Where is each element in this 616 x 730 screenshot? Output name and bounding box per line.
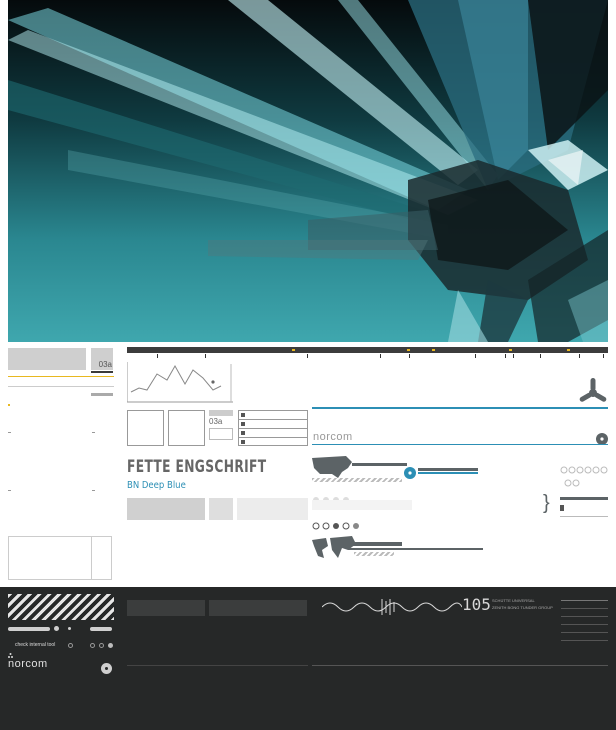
crystal-shards-illustration	[8, 0, 608, 342]
hatch-pattern	[8, 594, 114, 620]
tick-mark	[92, 432, 95, 433]
empty-frame	[8, 536, 112, 580]
toggle-track[interactable]	[8, 627, 50, 631]
caption: SCHÜTTE UNIVERSAL	[492, 598, 535, 603]
hex-pattern	[560, 466, 608, 490]
dark-card	[127, 600, 205, 616]
section-number: 105	[462, 595, 491, 614]
table-widget	[238, 410, 308, 446]
grey-swatch	[237, 498, 308, 520]
divider	[348, 548, 483, 550]
hatch-pattern	[312, 478, 402, 482]
timeline-bar	[127, 347, 608, 353]
icon-row	[312, 515, 362, 530]
tri-blade-logo-icon	[596, 430, 608, 445]
hatch-pattern	[354, 552, 394, 556]
grey-swatch	[209, 498, 233, 520]
us-map-icon	[312, 456, 352, 478]
tri-blade-logo-icon	[404, 464, 416, 479]
grey-swatch	[8, 348, 86, 370]
norcom-logo: norcom	[8, 658, 48, 670]
radio-button[interactable]	[68, 643, 73, 648]
divider	[127, 665, 308, 666]
check-tool-link[interactable]: check internal tool	[15, 642, 55, 648]
tri-blade-logo-icon	[101, 659, 112, 674]
divider	[91, 393, 113, 396]
tri-blade-logo-icon	[578, 378, 608, 408]
divider	[91, 371, 113, 373]
divider	[352, 463, 407, 466]
divider	[8, 376, 114, 377]
radio-button[interactable]	[99, 643, 104, 648]
headline: FETTE ENGSCHRIFT	[127, 457, 267, 477]
form-panel	[127, 410, 164, 446]
brace-icon: }	[543, 492, 550, 514]
divider	[8, 386, 114, 387]
divider	[312, 444, 608, 445]
grey-swatch	[127, 498, 205, 520]
dots-row	[312, 488, 362, 503]
marker	[8, 404, 10, 406]
marker	[68, 627, 71, 630]
radio-button[interactable]	[108, 643, 113, 648]
list-row	[312, 500, 412, 510]
ruler	[312, 398, 608, 410]
text-list	[561, 600, 608, 655]
radio-button[interactable]	[90, 643, 95, 648]
toggle-track[interactable]	[90, 627, 112, 631]
divider	[418, 468, 478, 471]
toggle-knob[interactable]	[54, 626, 59, 631]
sparkline-chart	[126, 362, 233, 404]
dark-card	[209, 600, 307, 616]
divider	[348, 542, 402, 546]
timeline-ticks	[127, 354, 608, 358]
marker	[560, 505, 564, 511]
panel-label: 03a	[98, 360, 112, 369]
tick-mark	[8, 432, 11, 433]
empty-frame	[209, 428, 233, 440]
world-map-icon	[312, 536, 356, 558]
tri-dot-icon	[8, 643, 13, 658]
waveform-graphic	[321, 597, 463, 617]
label-swatch: 03a	[91, 348, 113, 370]
grey-swatch	[209, 410, 233, 416]
subheadline: BN Deep Blue	[127, 480, 186, 491]
divider	[560, 516, 608, 517]
form-panel	[168, 410, 205, 446]
caption: ZENITH BONG TUNDER GROUP	[492, 605, 553, 610]
tick-mark	[8, 490, 11, 491]
panel-label: 03a	[209, 417, 223, 426]
tick-mark	[92, 490, 95, 491]
hero-artwork	[8, 0, 608, 342]
divider	[418, 472, 478, 474]
divider	[312, 665, 608, 666]
divider	[560, 497, 608, 500]
norcom-logo: norcom	[313, 431, 353, 443]
